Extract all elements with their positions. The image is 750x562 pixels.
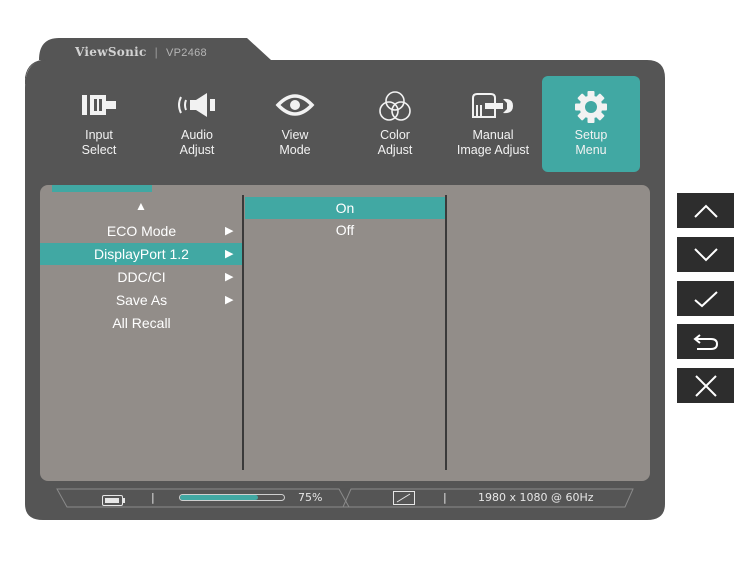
tab-label-line1: Audio — [181, 128, 213, 142]
brand-header: ViewSonic | VP2468 — [75, 45, 207, 59]
osd-window: ViewSonic | VP2468 Input Select Audio Adjust… — [25, 38, 665, 520]
close-icon — [694, 374, 717, 397]
tab-label-line2: Mode — [279, 143, 311, 157]
tab-label-line1: Manual — [472, 128, 514, 142]
tab-label-line2: Menu — [575, 143, 607, 157]
setup-menu-panel: ▲ ECO Mode ▶ DisplayPort 1.2 ▶ DDC/CI ▶ … — [40, 185, 650, 481]
key-confirm-button[interactable] — [677, 281, 734, 316]
menu-item-ddc-ci[interactable]: DDC/CI ▶ — [40, 266, 243, 288]
tab-view-mode[interactable]: View Mode — [246, 76, 344, 172]
chevron-down-icon — [693, 247, 718, 261]
battery-icon — [102, 493, 126, 511]
menu-item-label: DisplayPort 1.2 — [94, 246, 189, 262]
tab-label-line2: Image Adjust — [456, 143, 530, 157]
progress-fill — [180, 495, 258, 500]
menu-item-save-as[interactable]: Save As ▶ — [40, 289, 243, 311]
key-down-button[interactable] — [677, 237, 734, 272]
aspect-ratio-icon — [393, 491, 415, 510]
tab-bar: Input Select Audio Adjust View Mode Color Ad… — [25, 76, 665, 172]
submenu-arrow-icon: ▶ — [225, 271, 234, 283]
eye-icon — [246, 90, 344, 122]
status-separator: | — [443, 491, 447, 504]
tab-color-adjust[interactable]: Color Adjust — [346, 76, 444, 172]
tab-manual-image-adjust[interactable]: Manual Image Adjust — [444, 76, 542, 172]
tab-setup-menu[interactable]: Setup Menu — [542, 76, 640, 172]
progress-bar — [179, 494, 285, 501]
color-circles-icon — [346, 90, 444, 122]
tab-label-line2: Adjust — [377, 143, 413, 157]
column-divider — [242, 195, 244, 470]
tab-label-line1: Input — [85, 128, 113, 142]
return-icon — [692, 333, 718, 350]
key-up-button[interactable] — [677, 193, 734, 228]
tab-label-line1: View — [281, 128, 309, 142]
resolution-readout: 1980 x 1080 @ 60Hz — [478, 491, 594, 504]
tab-label-line1: Color — [380, 128, 410, 142]
key-exit-button[interactable] — [677, 368, 734, 403]
panel-indicator — [52, 185, 152, 192]
progress-label: 75% — [298, 491, 323, 504]
input-select-icon — [50, 90, 148, 122]
tab-audio-adjust[interactable]: Audio Adjust — [148, 76, 246, 172]
menu-item-label: DDC/CI — [117, 269, 166, 285]
submenu-arrow-icon: ▶ — [225, 294, 234, 306]
submenu-arrow-icon: ▶ — [225, 248, 234, 260]
menu-item-displayport[interactable]: DisplayPort 1.2 ▶ — [40, 243, 243, 265]
chevron-up-icon — [693, 204, 718, 218]
tab-label-line2: Adjust — [179, 143, 215, 157]
menu-item-eco-mode[interactable]: ECO Mode ▶ — [40, 220, 243, 242]
column-divider — [445, 195, 447, 470]
scroll-up-icon[interactable]: ▲ — [135, 199, 147, 213]
tab-input-select[interactable]: Input Select — [50, 76, 148, 172]
brand-separator: | — [154, 45, 159, 59]
brand-logo: ViewSonic — [75, 45, 147, 59]
gear-icon — [542, 90, 640, 123]
menu-item-label: Save As — [115, 292, 168, 308]
key-return-button[interactable] — [677, 324, 734, 359]
tab-label-line1: Setup — [574, 128, 608, 142]
speaker-icon — [148, 90, 246, 122]
status-separator: | — [151, 491, 155, 504]
menu-item-all-recall[interactable]: All Recall — [40, 312, 243, 334]
status-bar: | 75% | 1980 x 1080 @ 60Hz — [55, 488, 635, 508]
submenu-arrow-icon: ▶ — [225, 225, 234, 237]
check-icon — [693, 290, 718, 307]
wrench-icon — [444, 90, 542, 122]
menu-item-label: All Recall — [112, 315, 171, 331]
submenu-item-on[interactable]: On — [245, 197, 445, 219]
menu-item-label: ECO Mode — [106, 223, 177, 239]
submenu-item-off[interactable]: Off — [245, 219, 445, 241]
model-name: VP2468 — [166, 47, 207, 59]
tab-label-line2: Select — [81, 143, 117, 157]
